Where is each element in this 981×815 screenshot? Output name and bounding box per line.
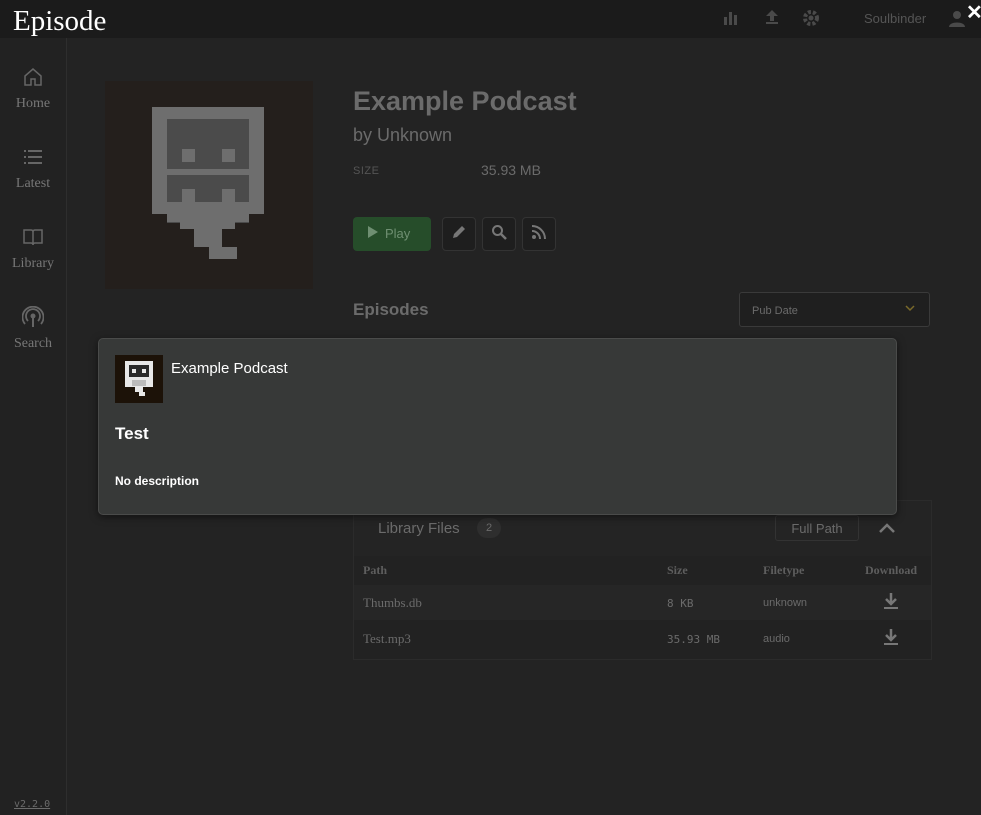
book-icon xyxy=(0,226,66,252)
rss-button[interactable] xyxy=(522,217,556,251)
stats-icon[interactable] xyxy=(720,8,742,30)
file-type: unknown xyxy=(763,597,808,609)
version-link[interactable]: v2.2.0 xyxy=(14,799,50,810)
modal-heading: Episode xyxy=(13,5,107,37)
size-label: SIZE xyxy=(353,165,380,177)
file-type: audio xyxy=(763,633,790,645)
sidebar-item-label: Latest xyxy=(15,176,51,191)
list-icon xyxy=(0,146,66,172)
column-header-path: Path xyxy=(363,563,387,577)
upload-icon[interactable] xyxy=(761,8,783,30)
pencil-icon xyxy=(451,224,467,245)
episode-title: Test xyxy=(115,424,149,443)
podcast-icon xyxy=(0,305,66,332)
user-icon[interactable] xyxy=(946,8,968,30)
podcast-cover xyxy=(105,81,313,289)
sort-value: Pub Date xyxy=(752,305,798,317)
settings-icon[interactable] xyxy=(800,8,822,30)
episode-modal: Example Podcast Test No description xyxy=(98,338,897,515)
library-files-panel: Library Files 2 Full Path Path Size File… xyxy=(353,500,932,660)
sidebar-item-search[interactable]: Search xyxy=(0,305,66,352)
sort-dropdown[interactable]: Pub Date xyxy=(739,292,930,327)
home-icon xyxy=(0,66,66,92)
close-icon[interactable]: ✕ xyxy=(966,0,981,25)
search-icon xyxy=(491,224,507,245)
chevron-down-icon xyxy=(905,303,915,316)
library-files-count: 2 xyxy=(477,518,501,538)
download-icon[interactable] xyxy=(881,591,901,611)
sidebar-item-latest[interactable]: Latest xyxy=(0,146,66,192)
sidebar: Home Latest Library Search xyxy=(0,38,67,815)
modal-podcast-name: Example Podcast xyxy=(171,360,288,377)
sidebar-item-home[interactable]: Home xyxy=(0,66,66,112)
rss-icon xyxy=(531,224,547,245)
file-size: 8 KB xyxy=(667,597,694,610)
play-label: Play xyxy=(385,226,411,241)
library-files-title: Library Files xyxy=(378,520,460,537)
episodes-heading: Episodes xyxy=(353,300,429,319)
size-value: 35.93 MB xyxy=(481,162,541,178)
play-icon xyxy=(367,218,379,252)
podcast-title: Example Podcast xyxy=(353,86,577,116)
podcast-author[interactable]: by Unknown xyxy=(353,125,452,146)
table-row: Thumbs.db 8 KB unknown xyxy=(354,585,931,620)
table-row: Test.mp3 35.93 MB audio xyxy=(354,621,931,656)
column-header-size: Size xyxy=(667,563,688,577)
file-path: Test.mp3 xyxy=(363,631,411,646)
search-button[interactable] xyxy=(482,217,516,251)
sidebar-item-label: Library xyxy=(12,256,54,271)
username-label[interactable]: Soulbinder xyxy=(864,11,926,26)
edit-button[interactable] xyxy=(442,217,476,251)
top-bar: Soulbinder xyxy=(0,0,981,38)
file-path: Thumbs.db xyxy=(363,595,422,610)
sidebar-item-label: Search xyxy=(13,336,53,351)
episode-description: No description xyxy=(115,474,200,488)
play-button[interactable]: Play xyxy=(353,217,431,251)
download-icon[interactable] xyxy=(881,627,901,647)
sidebar-item-library[interactable]: Library xyxy=(0,226,66,272)
chevron-up-icon[interactable] xyxy=(876,517,898,539)
full-path-button[interactable]: Full Path xyxy=(775,515,859,541)
column-header-filetype: Filetype xyxy=(763,563,805,577)
file-size: 35.93 MB xyxy=(667,633,720,646)
column-header-download: Download xyxy=(865,563,918,577)
sidebar-item-label: Home xyxy=(15,96,51,111)
modal-podcast-cover xyxy=(115,355,163,403)
